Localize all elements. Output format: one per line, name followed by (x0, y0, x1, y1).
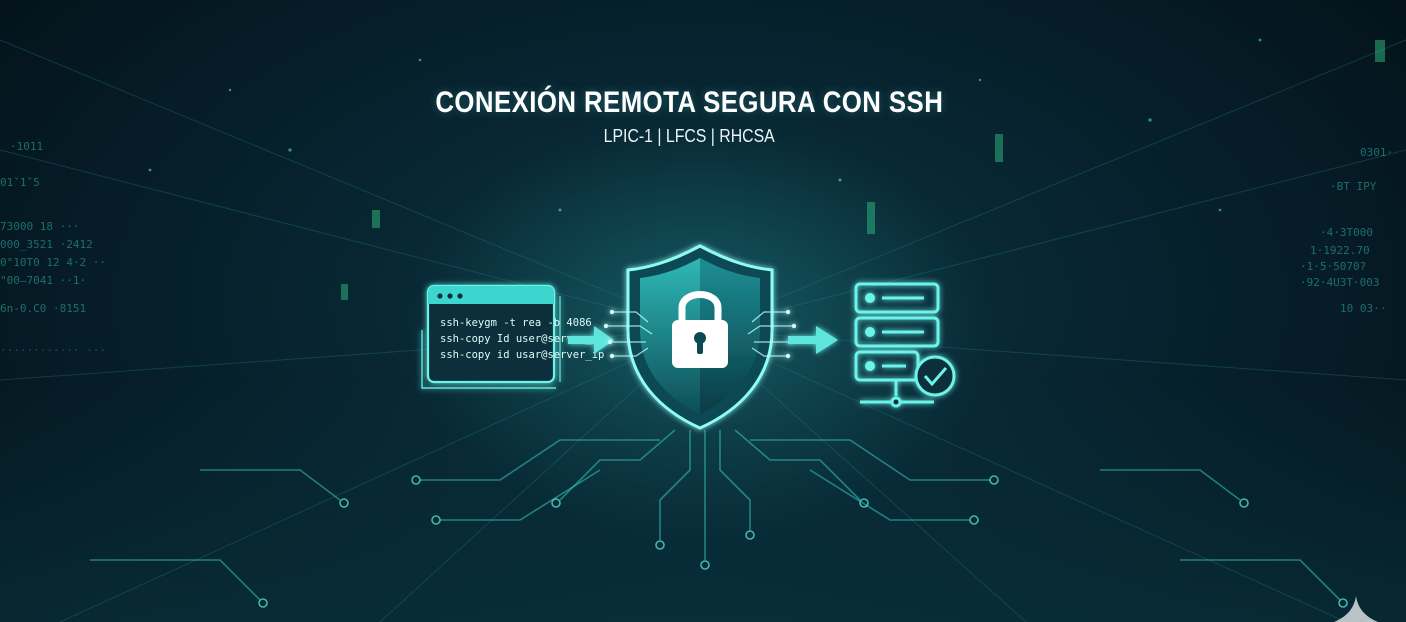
terminal-line-3: ssh-copy id usar@server_ip (440, 349, 604, 361)
sparkle-icon (1334, 596, 1378, 622)
server-check-icon (854, 282, 956, 408)
terminal-line-1: ssh-keygm -t rea -b 4086 (440, 317, 592, 329)
ssh-flow-illustration: ssh-keygm -t rea -b 4086 ssh-copy Id use… (421, 244, 956, 430)
right-arrow-icon-2 (788, 326, 838, 354)
ssh-banner: ·1011 01ˇ1ˇ5 73000 18 ··· 000_3521 ·2412… (0, 0, 1406, 622)
shield-lock-icon (603, 244, 797, 430)
